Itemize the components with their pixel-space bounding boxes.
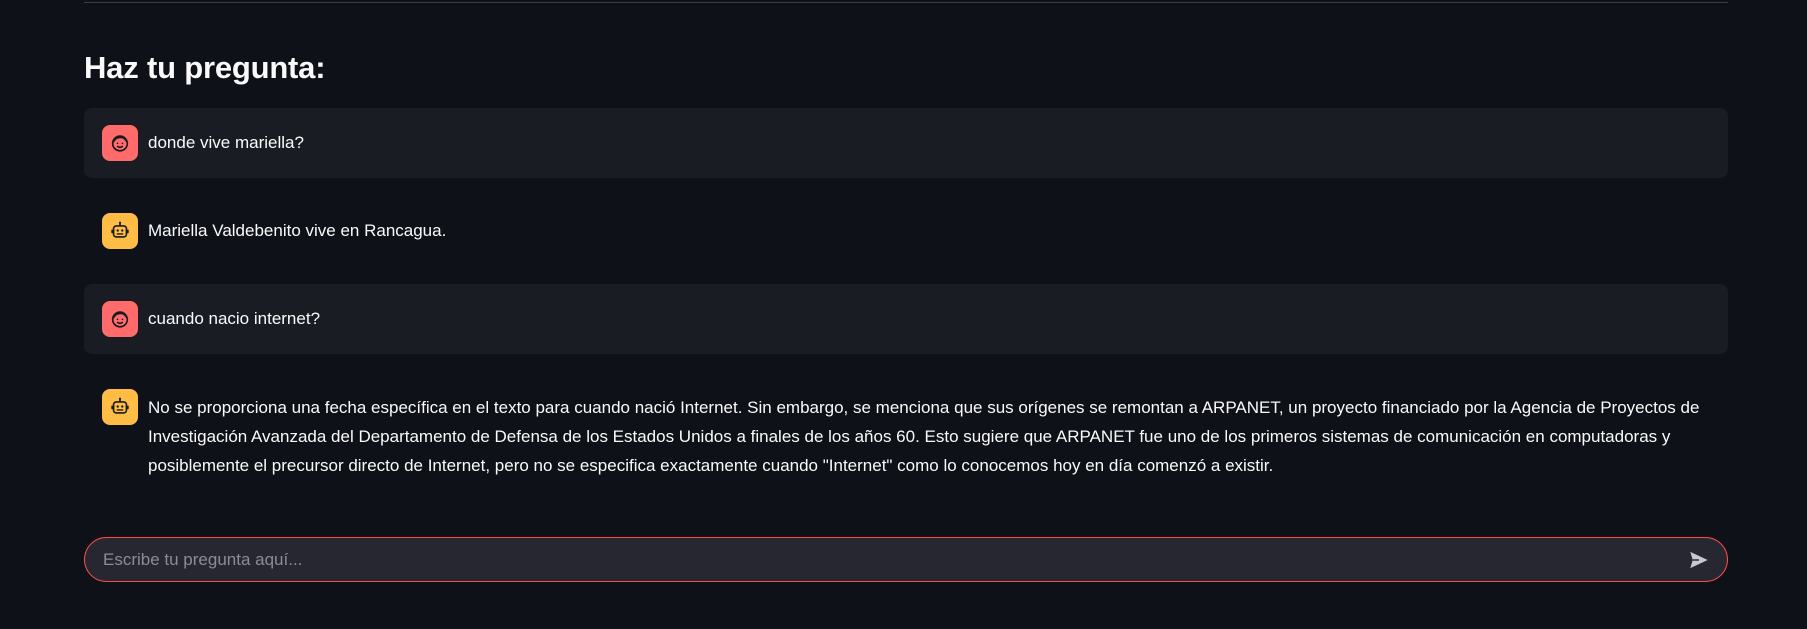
send-button[interactable] bbox=[1679, 540, 1719, 580]
robot-icon bbox=[102, 213, 138, 249]
page-title: Haz tu pregunta: bbox=[84, 50, 326, 85]
chat-message-assistant: Mariella Valdebenito vive en Rancagua. bbox=[84, 196, 1728, 266]
chat-input[interactable] bbox=[85, 538, 1679, 581]
chat-input-container bbox=[84, 537, 1728, 582]
send-icon bbox=[1690, 551, 1708, 568]
message-text: donde vive mariella? bbox=[148, 133, 304, 152]
divider bbox=[84, 2, 1728, 3]
user-face-icon bbox=[102, 301, 138, 337]
message-text: Mariella Valdebenito vive en Rancagua. bbox=[148, 221, 447, 240]
chat-history: donde vive mariella? Mariella Valdebenit… bbox=[84, 108, 1728, 515]
chat-page: Haz tu pregunta: donde vive mariella? Ma… bbox=[0, 0, 1807, 629]
message-text: No se proporciona una fecha específica e… bbox=[148, 398, 1700, 475]
message-text: cuando nacio internet? bbox=[148, 309, 321, 328]
chat-message-user: donde vive mariella? bbox=[84, 108, 1728, 178]
robot-icon bbox=[102, 389, 138, 425]
user-face-icon bbox=[102, 125, 138, 161]
chat-message-assistant: No se proporciona una fecha específica e… bbox=[84, 372, 1728, 497]
chat-message-user: cuando nacio internet? bbox=[84, 284, 1728, 354]
